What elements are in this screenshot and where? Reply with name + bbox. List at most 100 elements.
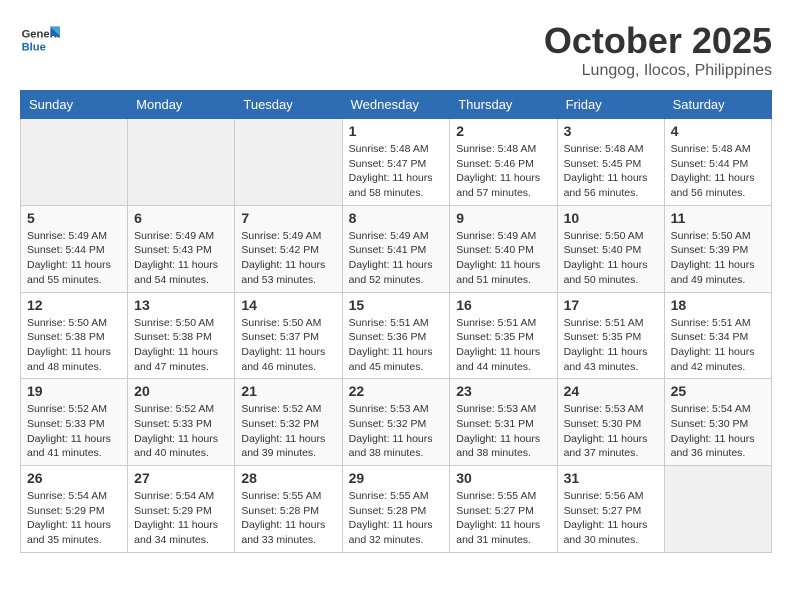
day-info: Sunrise: 5:55 AMSunset: 5:28 PMDaylight:…	[241, 489, 335, 548]
calendar-cell: 30 Sunrise: 5:55 AMSunset: 5:27 PMDayligh…	[450, 466, 557, 553]
weekday-header: Thursday	[450, 91, 557, 119]
calendar-cell	[128, 119, 235, 206]
calendar-cell: 15 Sunrise: 5:51 AMSunset: 5:36 PMDayligh…	[342, 292, 450, 379]
calendar-cell: 13 Sunrise: 5:50 AMSunset: 5:38 PMDayligh…	[128, 292, 235, 379]
logo-icon: General Blue	[20, 20, 60, 60]
day-number: 19	[27, 383, 121, 399]
weekday-header-row: SundayMondayTuesdayWednesdayThursdayFrid…	[21, 91, 772, 119]
day-number: 20	[134, 383, 228, 399]
day-number: 7	[241, 210, 335, 226]
day-number: 29	[349, 470, 444, 486]
day-number: 25	[671, 383, 765, 399]
day-info: Sunrise: 5:48 AMSunset: 5:45 PMDaylight:…	[564, 142, 658, 201]
day-number: 11	[671, 210, 765, 226]
calendar-cell: 16 Sunrise: 5:51 AMSunset: 5:35 PMDayligh…	[450, 292, 557, 379]
calendar-cell: 7 Sunrise: 5:49 AMSunset: 5:42 PMDaylight…	[235, 205, 342, 292]
day-info: Sunrise: 5:48 AMSunset: 5:46 PMDaylight:…	[456, 142, 550, 201]
day-number: 16	[456, 297, 550, 313]
calendar-cell: 24Sunrise: 5:53 AMSunset: 5:30 PMDayligh…	[557, 379, 664, 466]
location: Lungog, Ilocos, Philippines	[544, 62, 772, 80]
day-info: Sunrise: 5:49 AMSunset: 5:43 PMDaylight:…	[134, 229, 228, 288]
day-info: Sunrise: 5:53 AMSunset: 5:32 PMDaylight:…	[349, 402, 444, 461]
calendar-cell: 18Sunrise: 5:51 AMSunset: 5:34 PMDayligh…	[664, 292, 771, 379]
day-info: Sunrise: 5:52 AMSunset: 5:32 PMDaylight:…	[241, 402, 335, 461]
month-title: October 2025	[544, 20, 772, 62]
calendar-cell: 27 Sunrise: 5:54 AMSunset: 5:29 PMDayligh…	[128, 466, 235, 553]
weekday-header: Tuesday	[235, 91, 342, 119]
weekday-header: Friday	[557, 91, 664, 119]
logo: General Blue	[20, 20, 65, 60]
day-info: Sunrise: 5:55 AMSunset: 5:28 PMDaylight:…	[349, 489, 444, 548]
day-number: 3	[564, 123, 658, 139]
day-number: 27	[134, 470, 228, 486]
calendar-cell: 25Sunrise: 5:54 AMSunset: 5:30 PMDayligh…	[664, 379, 771, 466]
day-number: 13	[134, 297, 228, 313]
day-info: Sunrise: 5:56 AMSunset: 5:27 PMDaylight:…	[564, 489, 658, 548]
day-number: 8	[349, 210, 444, 226]
calendar-cell	[21, 119, 128, 206]
calendar-cell: 6Sunrise: 5:49 AMSunset: 5:43 PMDaylight…	[128, 205, 235, 292]
day-number: 17	[564, 297, 658, 313]
calendar-cell: 3 Sunrise: 5:48 AMSunset: 5:45 PMDaylight…	[557, 119, 664, 206]
day-number: 14	[241, 297, 335, 313]
day-info: Sunrise: 5:54 AMSunset: 5:29 PMDaylight:…	[134, 489, 228, 548]
day-info: Sunrise: 5:51 AMSunset: 5:36 PMDaylight:…	[349, 316, 444, 375]
day-number: 4	[671, 123, 765, 139]
day-number: 31	[564, 470, 658, 486]
day-info: Sunrise: 5:49 AMSunset: 5:42 PMDaylight:…	[241, 229, 335, 288]
calendar-cell: 17Sunrise: 5:51 AMSunset: 5:35 PMDayligh…	[557, 292, 664, 379]
day-info: Sunrise: 5:51 AMSunset: 5:35 PMDaylight:…	[456, 316, 550, 375]
calendar-cell: 26Sunrise: 5:54 AMSunset: 5:29 PMDayligh…	[21, 466, 128, 553]
day-number: 1	[349, 123, 444, 139]
day-info: Sunrise: 5:50 AMSunset: 5:40 PMDaylight:…	[564, 229, 658, 288]
day-info: Sunrise: 5:50 AMSunset: 5:37 PMDaylight:…	[241, 316, 335, 375]
calendar-week-row: 1 Sunrise: 5:48 AMSunset: 5:47 PMDaylight…	[21, 119, 772, 206]
weekday-header: Monday	[128, 91, 235, 119]
day-info: Sunrise: 5:50 AMSunset: 5:39 PMDaylight:…	[671, 229, 765, 288]
day-info: Sunrise: 5:53 AMSunset: 5:31 PMDaylight:…	[456, 402, 550, 461]
weekday-header: Sunday	[21, 91, 128, 119]
calendar-table: SundayMondayTuesdayWednesdayThursdayFrid…	[20, 90, 772, 553]
day-info: Sunrise: 5:52 AMSunset: 5:33 PMDaylight:…	[27, 402, 121, 461]
calendar-cell: 1 Sunrise: 5:48 AMSunset: 5:47 PMDaylight…	[342, 119, 450, 206]
day-number: 30	[456, 470, 550, 486]
day-number: 21	[241, 383, 335, 399]
title-area: October 2025 Lungog, Ilocos, Philippines	[544, 20, 772, 80]
calendar-cell: 21 Sunrise: 5:52 AMSunset: 5:32 PMDayligh…	[235, 379, 342, 466]
day-info: Sunrise: 5:50 AMSunset: 5:38 PMDaylight:…	[27, 316, 121, 375]
calendar-cell	[664, 466, 771, 553]
calendar-cell: 29 Sunrise: 5:55 AMSunset: 5:28 PMDayligh…	[342, 466, 450, 553]
day-info: Sunrise: 5:51 AMSunset: 5:34 PMDaylight:…	[671, 316, 765, 375]
day-number: 28	[241, 470, 335, 486]
day-number: 5	[27, 210, 121, 226]
calendar-cell: 22Sunrise: 5:53 AMSunset: 5:32 PMDayligh…	[342, 379, 450, 466]
day-number: 2	[456, 123, 550, 139]
day-info: Sunrise: 5:52 AMSunset: 5:33 PMDaylight:…	[134, 402, 228, 461]
day-info: Sunrise: 5:49 AMSunset: 5:44 PMDaylight:…	[27, 229, 121, 288]
day-info: Sunrise: 5:55 AMSunset: 5:27 PMDaylight:…	[456, 489, 550, 548]
weekday-header: Wednesday	[342, 91, 450, 119]
day-info: Sunrise: 5:48 AMSunset: 5:44 PMDaylight:…	[671, 142, 765, 201]
day-number: 26	[27, 470, 121, 486]
calendar-week-row: 12 Sunrise: 5:50 AMSunset: 5:38 PMDayligh…	[21, 292, 772, 379]
calendar-cell: 31 Sunrise: 5:56 AMSunset: 5:27 PMDayligh…	[557, 466, 664, 553]
day-number: 23	[456, 383, 550, 399]
page-header: General Blue October 2025 Lungog, Ilocos…	[20, 20, 772, 80]
calendar-cell: 19 Sunrise: 5:52 AMSunset: 5:33 PMDayligh…	[21, 379, 128, 466]
calendar-cell: 4 Sunrise: 5:48 AMSunset: 5:44 PMDaylight…	[664, 119, 771, 206]
calendar-cell: 9Sunrise: 5:49 AMSunset: 5:40 PMDaylight…	[450, 205, 557, 292]
day-info: Sunrise: 5:48 AMSunset: 5:47 PMDaylight:…	[349, 142, 444, 201]
calendar-cell: 11 Sunrise: 5:50 AMSunset: 5:39 PMDayligh…	[664, 205, 771, 292]
day-number: 24	[564, 383, 658, 399]
day-info: Sunrise: 5:49 AMSunset: 5:40 PMDaylight:…	[456, 229, 550, 288]
calendar-week-row: 19 Sunrise: 5:52 AMSunset: 5:33 PMDayligh…	[21, 379, 772, 466]
day-info: Sunrise: 5:50 AMSunset: 5:38 PMDaylight:…	[134, 316, 228, 375]
day-number: 15	[349, 297, 444, 313]
calendar-week-row: 5 Sunrise: 5:49 AMSunset: 5:44 PMDaylight…	[21, 205, 772, 292]
day-number: 12	[27, 297, 121, 313]
day-number: 10	[564, 210, 658, 226]
calendar-cell	[235, 119, 342, 206]
calendar-cell: 12 Sunrise: 5:50 AMSunset: 5:38 PMDayligh…	[21, 292, 128, 379]
calendar-cell: 5 Sunrise: 5:49 AMSunset: 5:44 PMDaylight…	[21, 205, 128, 292]
calendar-week-row: 26 Sunrise: 5:54 AMSunset: 5:29 PMDayligh…	[21, 466, 772, 553]
